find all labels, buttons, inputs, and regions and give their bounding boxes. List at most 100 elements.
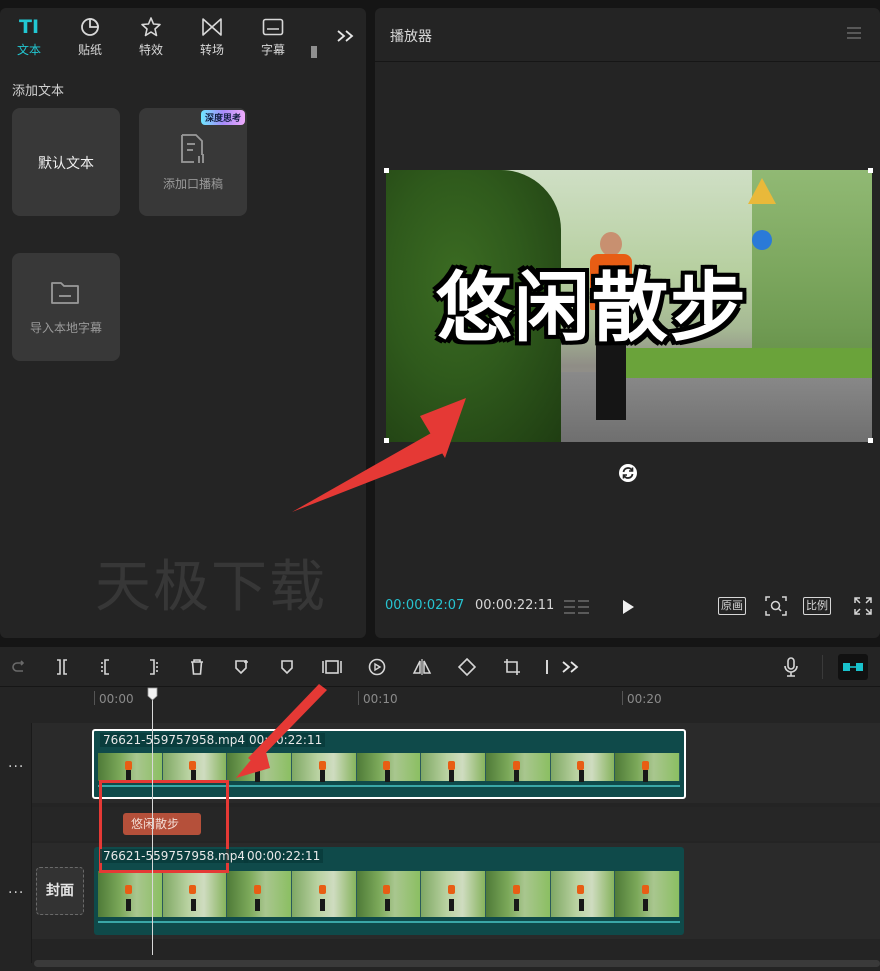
track-headers: ... ... (0, 723, 32, 963)
tab-overflow-fragment (311, 46, 317, 58)
trim-left-icon (101, 659, 109, 675)
resize-handle[interactable] (868, 438, 873, 443)
time-ruler[interactable]: 00:00 00:10 00:20 (90, 687, 880, 713)
record-voice-button[interactable] (780, 656, 802, 678)
mark-button[interactable] (276, 656, 298, 678)
import-local-subtitle-card[interactable]: 导入本地字幕 (12, 253, 120, 361)
sticker-icon (78, 16, 102, 38)
double-chevron-right-icon (562, 661, 579, 673)
fullscreen-icon[interactable] (854, 597, 872, 615)
play-icon[interactable] (619, 598, 637, 616)
tab-text[interactable]: TI 文本 (3, 8, 55, 66)
clip-thumbnails (98, 871, 681, 917)
delete-button[interactable] (186, 656, 208, 678)
resize-handle[interactable] (384, 438, 389, 443)
add-speech-script-label: 添加口播稿 (162, 177, 223, 191)
total-time: 00:00:22:11 (475, 598, 555, 613)
microphone-icon (784, 657, 798, 677)
add-speech-script-card[interactable]: 深度思考 添加口播稿 (139, 108, 247, 216)
trim-right-button[interactable] (141, 656, 163, 678)
split-button[interactable] (51, 656, 73, 678)
link-track-icon (843, 663, 863, 671)
section-title: 添加文本 (12, 84, 65, 99)
reverse-button[interactable] (366, 656, 388, 678)
text-icon: TI (18, 16, 40, 38)
trash-icon (191, 659, 203, 675)
freeze-button[interactable] (231, 656, 253, 678)
import-local-subtitle-label: 导入本地字幕 (29, 321, 102, 335)
current-time: 00:00:02:07 (385, 598, 465, 613)
player-title: 播放器 (390, 29, 432, 45)
timeline-panel: 00:00 00:10 00:20 ... ... 76621-55975795… (0, 647, 880, 971)
tab-effects[interactable]: 特效 (125, 8, 177, 66)
tab-sticker[interactable]: 贴纸 (64, 8, 116, 66)
trim-left-button[interactable] (96, 656, 118, 678)
effects-icon (139, 16, 163, 38)
more-tabs-button[interactable] (332, 24, 360, 48)
grass (616, 348, 872, 378)
rotate-icon[interactable] (618, 463, 638, 483)
watermark: 天极下载 (95, 555, 327, 620)
redo-icon (12, 660, 25, 672)
default-text-label: 默认文本 (38, 156, 94, 172)
folder-icon (51, 282, 79, 304)
text-panel: TI 文本 贴纸 特效 转场 字幕 添加文本 默认文本 深度思考 添加口播稿 导… (0, 8, 366, 638)
transition-icon (200, 16, 224, 38)
ruler-label: 00:00 (99, 692, 134, 706)
ruler-tick (622, 691, 623, 705)
tab-subtitle[interactable]: 字幕 (247, 8, 299, 66)
tab-transition[interactable]: 转场 (186, 8, 238, 66)
aspect-ratio-button[interactable]: 比例 (803, 597, 831, 615)
main-track-link-button[interactable] (838, 654, 868, 680)
clip-duration: 00:00:22:11 (244, 849, 324, 863)
ruler-label: 00:10 (363, 692, 398, 706)
clip-thumbnails (98, 753, 681, 782)
split-icon (57, 659, 67, 675)
cover-button[interactable]: 封面 (36, 867, 84, 915)
resize-handle[interactable] (868, 168, 873, 173)
material-tabs: TI 文本 贴纸 特效 转场 字幕 (0, 8, 366, 66)
script-doc-icon (181, 134, 204, 163)
horizontal-scrollbar[interactable] (34, 960, 880, 967)
warning-sign (748, 178, 776, 204)
ruler-tick (94, 691, 95, 705)
toolbar-overflow-fragment (546, 660, 548, 674)
rotate-square-icon (457, 657, 477, 677)
crop-frame-button[interactable] (321, 656, 343, 678)
video-preview[interactable]: 悠闲散步 (386, 170, 872, 442)
hamburger-menu-icon[interactable] (846, 26, 862, 40)
toolbar-more-button[interactable] (560, 656, 582, 678)
clip-duration: 00:00:22:11 (246, 733, 326, 747)
track-menu-button[interactable]: ... (8, 881, 24, 897)
timecode-grid-icon[interactable] (563, 598, 591, 616)
caption-overlay-text[interactable]: 悠闲散步 (436, 270, 748, 346)
rotate-button[interactable] (456, 656, 478, 678)
ruler-label: 00:20 (627, 692, 662, 706)
toolbar-separator (822, 655, 823, 679)
player-panel: 播放器 悠闲散步 00:00:02:07 00:00:22:11 原画 比例 (375, 8, 880, 638)
ruler-tick (358, 691, 359, 705)
player-divider (375, 61, 880, 62)
track-menu-button[interactable]: ... (8, 755, 24, 771)
clip-filename: 76621-559757958.mp4 (100, 849, 248, 863)
crop-button[interactable] (501, 656, 523, 678)
original-quality-button[interactable]: 原画 (718, 597, 746, 615)
playhead-handle[interactable] (147, 687, 158, 701)
resize-handle[interactable] (384, 168, 389, 173)
mirror-icon (412, 659, 432, 675)
shield-add-icon (235, 660, 248, 675)
redo-button[interactable] (8, 656, 30, 678)
trim-right-icon (150, 659, 158, 675)
shield-icon (281, 660, 293, 675)
crop-icon (504, 659, 520, 675)
audio-waveform (98, 921, 680, 923)
frame-icon (322, 660, 342, 674)
main-video-clip[interactable]: 76621-559757958.mp4 00:00:22:11 (94, 847, 684, 935)
default-text-card[interactable]: 默认文本 (12, 108, 120, 216)
mirror-button[interactable] (411, 656, 433, 678)
double-chevron-right-icon (337, 30, 354, 42)
zoom-fit-icon[interactable] (765, 596, 787, 616)
subtitle-icon (261, 16, 285, 38)
playhead[interactable] (152, 695, 153, 955)
blue-sign (752, 230, 772, 250)
